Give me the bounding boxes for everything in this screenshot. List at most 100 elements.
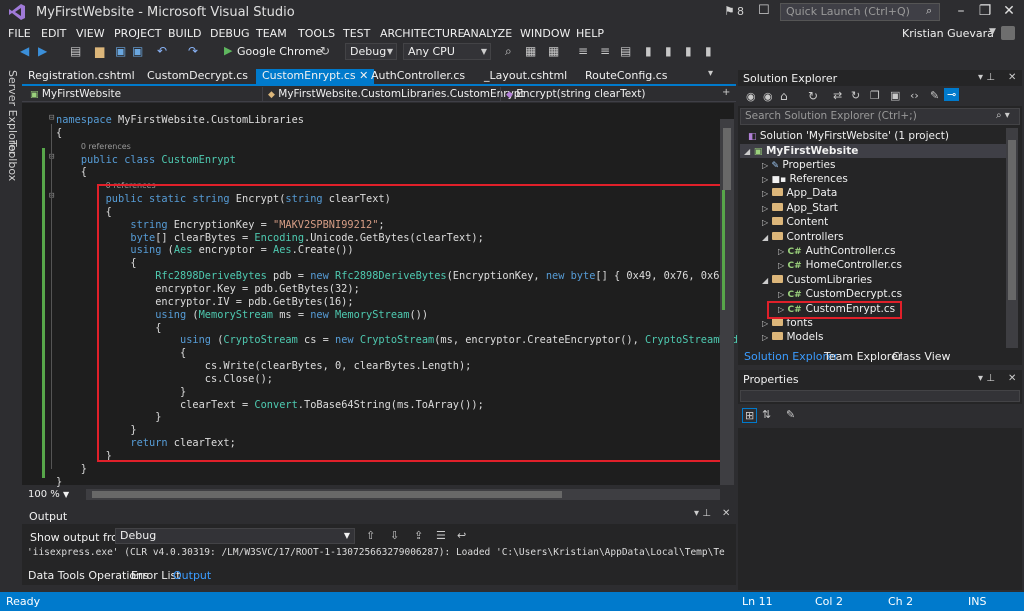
collapsed-triangle-icon[interactable]: ▷ [762,189,768,198]
expanded-triangle-icon[interactable]: ◢ [744,147,750,156]
tab-registration[interactable]: Registration.cshtml [28,69,135,84]
search-icon[interactable]: ⌕ ▾ [996,110,1010,121]
collapsed-triangle-icon[interactable]: ▷ [778,261,784,270]
word-wrap-icon[interactable]: ↩ [457,529,466,542]
tree-item-app-data[interactable]: ▷ App_Data [762,187,837,199]
collapse-icon[interactable]: ⊟ [49,113,54,123]
clear-all-icon[interactable]: ☰ [436,529,446,542]
sync-icon[interactable]: ↻ [808,89,818,103]
menu-file[interactable]: FILE [8,27,31,40]
menu-analyze[interactable]: ANALYZE [463,27,512,40]
split-editor-icon[interactable]: + [722,87,730,98]
menu-tools[interactable]: TOOLS [298,27,335,40]
quick-launch-input[interactable]: Quick Launch (Ctrl+Q) [780,3,940,21]
scroll-thumb[interactable] [1008,140,1016,300]
minimize-button[interactable]: – [950,2,972,22]
tab-customdecrypt[interactable]: CustomDecrypt.cs [147,69,248,84]
menu-build[interactable]: BUILD [168,27,201,40]
feedback-icon[interactable]: ☐ [758,3,770,18]
configuration-select[interactable]: Debug ▼ [345,43,397,60]
next-message-icon[interactable]: ⇪ [414,529,423,542]
tab-overflow-icon[interactable]: ▾ [708,68,713,79]
redo-icon[interactable]: ↷ [188,44,198,58]
find-message-icon[interactable]: ⇧ [366,529,375,542]
tab-routeconfig[interactable]: RouteConfig.cs [585,69,668,84]
show-all-files-icon[interactable]: ▣ [890,89,900,102]
close-button[interactable]: ✕ [998,2,1020,22]
member-nav-select[interactable]: ◆ Encrypt(string clearText) [506,87,645,101]
prev-message-icon[interactable]: ⇩ [390,529,399,542]
notification-flag-icon[interactable]: ⚑ [724,4,735,18]
pin-icon[interactable]: ▾ ⊥ [694,508,711,519]
prev-bookmark-icon[interactable]: ▮ [685,44,692,58]
refresh-icon[interactable]: ↻ [851,89,860,102]
open-file-icon[interactable]: ▆ [95,44,104,58]
class-nav-select[interactable]: ◆ MyFirstWebsite.CustomLibraries.CustomE… [268,87,525,101]
tab-output[interactable]: Output [173,569,211,582]
back-icon[interactable]: ◉ [746,90,756,103]
menu-view[interactable]: VIEW [76,27,105,40]
chevron-down-icon[interactable]: ▼ [989,27,996,37]
zoom-level-select[interactable]: 100 % ▼ [28,489,69,500]
home-icon[interactable]: ⌂ [780,89,788,103]
tab-layout[interactable]: _Layout.cshtml [484,69,567,84]
forward-icon[interactable]: ◉ [763,90,773,103]
preview-selected-icon[interactable]: ⊸ [944,88,960,101]
comment-icon[interactable]: ▤ [620,44,631,58]
user-name[interactable]: Kristian Guevara [902,27,994,40]
find-in-files-icon[interactable]: ⌕ [505,44,512,59]
menu-window[interactable]: WINDOW [520,27,570,40]
code-lens-refs[interactable]: 0 references [81,142,131,151]
align-left-icon[interactable]: ≡ [578,44,588,58]
save-icon[interactable]: ▣ [115,44,126,58]
tree-item-controllers[interactable]: ◢ Controllers [762,231,844,243]
toolbox-tab[interactable]: Toolbox [6,140,19,181]
tree-item-models[interactable]: ▷ Models [762,331,824,343]
collapsed-triangle-icon[interactable]: ▷ [762,161,768,170]
property-pages-icon[interactable]: ✎ [786,408,795,421]
collapsed-triangle-icon[interactable]: ▷ [778,290,784,299]
tree-project[interactable]: ◢ ▣ MyFirstWebsite [744,145,858,157]
tree-item-homecontroller[interactable]: ▷ C# HomeController.cs [778,259,902,271]
expanded-triangle-icon[interactable]: ◢ [762,233,768,242]
tree-item-references[interactable]: ▷ ■▪ References [762,173,848,185]
scroll-thumb[interactable] [92,491,562,498]
categorized-icon[interactable]: ⊞ [742,408,758,423]
new-project-icon[interactable]: ▤ [70,44,81,58]
collapsed-triangle-icon[interactable]: ▷ [762,204,768,213]
menu-test[interactable]: TEST [343,27,370,40]
close-icon[interactable]: ✕ [722,508,730,519]
collapse-all-icon[interactable]: ❐ [870,89,880,102]
collapsed-triangle-icon[interactable]: ▷ [778,247,784,256]
output-source-select[interactable]: Debug ▼ [115,528,355,544]
scroll-thumb[interactable] [723,128,731,190]
collapsed-triangle-icon[interactable]: ▷ [762,175,768,184]
collapsed-triangle-icon[interactable]: ▷ [762,218,768,227]
close-icon[interactable]: ✕ [1008,373,1016,384]
panel-options-icon[interactable]: ▾ ⊥ [978,72,995,83]
alphabetical-icon[interactable]: ⇅ [762,408,771,421]
tree-item-content[interactable]: ▷ Content [762,216,828,228]
back-icon[interactable]: ◀ [20,44,29,58]
collapsed-triangle-icon[interactable]: ▷ [762,319,768,328]
expanded-triangle-icon[interactable]: ◢ [762,276,768,285]
menu-help[interactable]: HELP [576,27,604,40]
maximize-button[interactable]: ❐ [974,2,996,22]
tree-item-authcontroller[interactable]: ▷ C# AuthController.cs [778,245,896,257]
panel-options-icon[interactable]: ▾ ⊥ [978,373,995,384]
tab-customenrypt[interactable]: CustomEnrypt.cs ✕ [256,69,375,84]
tree-item-customdecrypt[interactable]: ▷ C# CustomDecrypt.cs [778,288,902,300]
run-target-button[interactable]: Google Chrome [237,45,322,58]
menu-debug[interactable]: DEBUG [210,27,250,40]
tab-authcontroller[interactable]: AuthController.cs [371,69,465,84]
menu-team[interactable]: TEAM [256,27,287,40]
undo-icon[interactable]: ↶ [157,44,167,58]
run-icon[interactable]: ▶ [224,44,232,57]
pending-changes-icon[interactable]: ⇄ [833,89,842,102]
align-right-icon[interactable]: ≡ [600,44,610,58]
menu-architecture[interactable]: ARCHITECTURE [380,27,465,40]
notification-count[interactable]: 8 [737,5,744,18]
refresh-icon[interactable]: ↻ [320,44,330,58]
bookmark-icon[interactable]: ▮ [645,44,652,58]
properties-wrench-icon[interactable]: ✎ [930,89,939,102]
